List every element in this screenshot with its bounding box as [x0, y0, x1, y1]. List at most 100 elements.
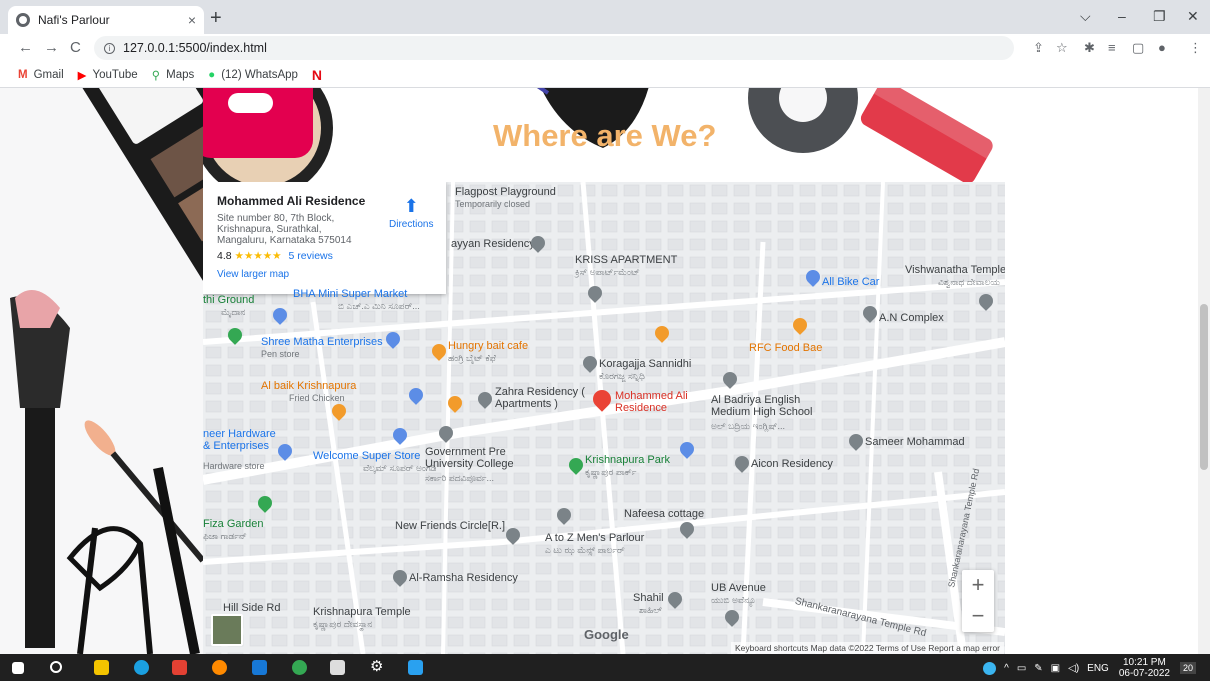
scrollbar-thumb[interactable] — [1200, 304, 1208, 470]
reading-list-icon[interactable]: ≡ — [1108, 40, 1116, 55]
map-label-nafeesa[interactable]: Nafeesa cottage — [624, 508, 704, 520]
menu-kebab-icon[interactable]: ⋮ — [1189, 40, 1202, 56]
map-sublabel-shree: Pen store — [261, 349, 300, 359]
zoom-in-button[interactable]: + — [962, 570, 994, 601]
bookmark-gmail[interactable]: M Gmail — [18, 69, 64, 81]
map-sublabel-ubavenue: ಯುಬಿ ಅವೆನ್ಯೂ — [711, 595, 757, 605]
bookmark-whatsapp[interactable]: ● (12) WhatsApp — [208, 69, 298, 81]
tab-strip: Nafi's Parlour × + ⌵ – ❐ ✕ — [0, 0, 1210, 34]
firefox-icon[interactable] — [212, 660, 227, 675]
map-sublabel-koragajja: ಕೊರಗಜ್ಜ ಸನ್ನಿಧಿ — [599, 371, 645, 381]
side-panel-icon[interactable]: ▢ — [1132, 40, 1144, 56]
clock[interactable]: 10:21 PM 06-07-2022 — [1119, 657, 1170, 679]
edge-icon[interactable] — [134, 660, 149, 675]
forward-arrow-icon[interactable]: → — [44, 39, 59, 56]
map-label-atoz[interactable]: A to Z Men's Parlour — [545, 532, 644, 544]
map-sublabel-hungry: ಹಂಗ್ರಿ ಬೈಟ್ ಕೆಫೆ — [448, 353, 496, 363]
restore-button[interactable]: ❐ — [1153, 8, 1166, 25]
windows-start-icon[interactable] — [12, 662, 24, 674]
info-icon[interactable]: i — [104, 42, 115, 54]
security-icon[interactable] — [330, 660, 345, 675]
map-sublabel-govt: ಸರ್ಕಾರಿ ಪದವಿಪೂರ್ವ... — [425, 473, 494, 483]
share-icon[interactable]: ⇪ — [1033, 40, 1044, 56]
back-arrow-icon[interactable]: ← — [18, 39, 33, 56]
map-label-mohammed[interactable]: Mohammed Ali Residence — [615, 390, 695, 414]
map-sublabel-hardware: Hardware store — [203, 461, 265, 471]
map-label-flagpost[interactable]: Flagpost Playground — [455, 186, 556, 198]
bookmark-maps[interactable]: ⚲ Maps — [152, 68, 195, 82]
map-label-govt[interactable]: Government Pre University College — [425, 446, 535, 470]
profile-avatar-icon[interactable]: ● — [1158, 40, 1166, 55]
tab-search-icon[interactable]: ⌵ — [1080, 8, 1091, 25]
volume-icon[interactable]: ◁) — [1068, 663, 1079, 674]
map-label-welcome[interactable]: Welcome Super Store — [313, 450, 420, 462]
minimize-button[interactable]: – — [1118, 8, 1126, 24]
weather-icon[interactable] — [983, 661, 997, 675]
vscode-icon[interactable] — [408, 660, 423, 675]
place-address: Site number 80, 7th Block, Krishnapura, … — [217, 213, 352, 246]
extensions-icon[interactable]: ✱ — [1084, 40, 1095, 56]
map-label-albaik[interactable]: Al baik Krishnapura — [261, 380, 356, 392]
url-text: 127.0.0.1:5500/index.html — [123, 41, 267, 55]
map-label-hungry[interactable]: Hungry bait cafe — [448, 340, 528, 352]
map-label-newfriends[interactable]: New Friends Circle[R.] — [395, 520, 505, 532]
store-icon[interactable] — [252, 660, 267, 675]
bookmark-youtube[interactable]: ▶ YouTube — [78, 68, 138, 82]
notification-badge[interactable]: 20 — [1179, 662, 1196, 674]
display-icon[interactable]: ▣ — [1051, 663, 1060, 674]
google-map[interactable]: Mohammed Ali Residence Site number 80, 7… — [203, 182, 1005, 654]
page-scrollbar[interactable] — [1198, 88, 1210, 654]
map-label-sameer[interactable]: Sameer Mohammad — [865, 436, 965, 448]
map-sublabel-kriss: ಕ್ರಿಸ್ ಅಪಾರ್ಟ್‌ಮೆಂಟ್ — [575, 267, 640, 277]
tab-close-icon[interactable]: × — [188, 12, 196, 28]
map-label-ayyan[interactable]: ayyan Residency — [451, 238, 535, 250]
map-label-rfc[interactable]: RFC Food Bae — [749, 342, 822, 354]
map-label-shree[interactable]: Shree Matha Enterprises — [261, 336, 383, 348]
chrome-icon[interactable] — [292, 660, 307, 675]
map-footer[interactable]: Keyboard shortcuts Map data ©2022 Terms … — [731, 642, 1005, 654]
map-label-badriya[interactable]: Al Badriya English Medium High School — [711, 394, 821, 418]
clock-date: 06-07-2022 — [1118, 668, 1170, 679]
map-label-alibike[interactable]: All Bike Car — [822, 276, 879, 288]
pen-icon[interactable]: ✎ — [1034, 663, 1042, 674]
map-label-fiza[interactable]: Fiza Garden — [203, 518, 264, 530]
map-label-hardware[interactable]: neer Hardware & Enterprises — [203, 428, 283, 452]
map-label-shahil[interactable]: Shahil — [633, 592, 664, 604]
office-icon[interactable] — [172, 660, 187, 675]
map-label-ubavenue[interactable]: UB Avenue — [711, 582, 766, 594]
rating-stars: ★★★★★ — [234, 250, 282, 262]
bookmark-label: YouTube — [92, 68, 138, 81]
map-label-alramsha[interactable]: Al-Ramsha Residency — [409, 572, 518, 584]
view-larger-map-link[interactable]: View larger map — [217, 269, 434, 280]
map-label-koragajja[interactable]: Koragajja Sannidhi — [599, 358, 691, 370]
map-label-ancomplex[interactable]: A.N Complex — [879, 312, 944, 324]
bookmark-star-icon[interactable]: ☆ — [1056, 40, 1068, 56]
bookmark-netflix[interactable]: N — [312, 67, 328, 83]
map-label-krishnapura-park[interactable]: Krishnapura Park — [585, 454, 670, 466]
reviews-link[interactable]: 5 reviews — [289, 250, 333, 262]
reload-icon[interactable]: C — [70, 39, 81, 56]
address-bar[interactable]: i 127.0.0.1:5500/index.html — [94, 36, 1014, 60]
map-label-kriss[interactable]: KRISS APARTMENT — [575, 254, 677, 266]
map-label-zahra[interactable]: Zahra Residency ( Apartments ) — [495, 386, 585, 410]
map-label-ground[interactable]: thi Ground — [203, 294, 254, 306]
search-icon[interactable] — [50, 661, 62, 673]
directions-button[interactable]: ⬆ Directions — [389, 196, 433, 230]
map-label-aicon[interactable]: Aicon Residency — [751, 458, 833, 470]
page-content: Where are We? Mohammed Ali Residence Sit… — [0, 88, 1198, 654]
map-label-bha[interactable]: BHA Mini Super Market — [293, 288, 407, 300]
new-tab-button[interactable]: + — [210, 8, 222, 28]
settings-gear-icon[interactable]: ⚙ — [370, 659, 385, 674]
close-window-button[interactable]: ✕ — [1187, 8, 1199, 25]
tray-chevron-icon[interactable]: ^ — [1004, 663, 1009, 674]
file-explorer-icon[interactable] — [94, 660, 109, 675]
browser-tab[interactable]: Nafi's Parlour × — [8, 6, 204, 34]
network-icon[interactable]: ▭ — [1017, 663, 1026, 674]
zoom-out-button[interactable]: − — [962, 601, 994, 632]
browser-toolbar: ← → C i 127.0.0.1:5500/index.html ⇪ ☆ ✱ … — [0, 34, 1210, 62]
language-indicator[interactable]: ENG — [1087, 663, 1109, 674]
satellite-toggle[interactable] — [211, 614, 243, 646]
map-label-krishnapura-temple[interactable]: Krishnapura Temple — [313, 606, 411, 618]
map-label-vishwanatha[interactable]: Vishwanatha Temple — [905, 264, 1005, 276]
netflix-icon: N — [311, 66, 323, 83]
